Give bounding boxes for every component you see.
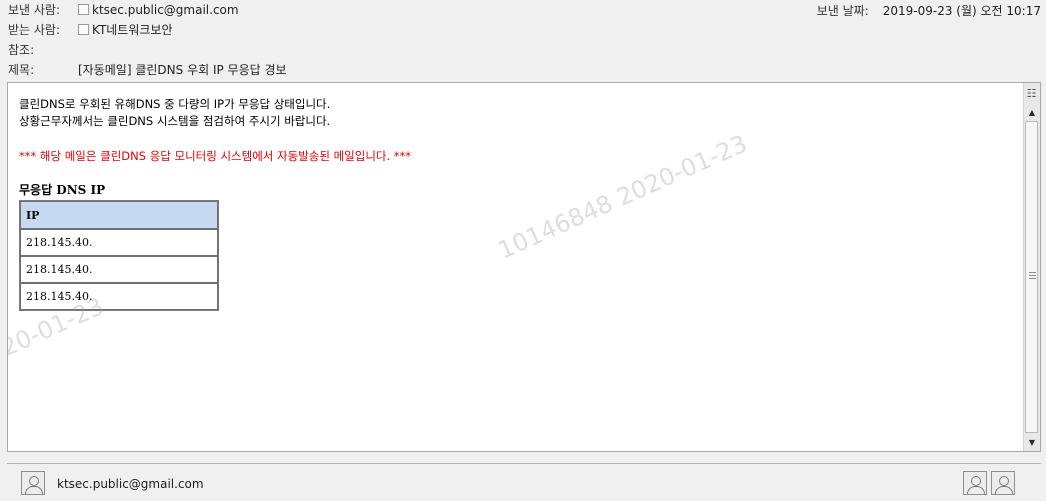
- to-row: 받는 사람: KT네트워크보안: [8, 21, 173, 39]
- watermark-text: 10146848 2020-01-23: [493, 129, 752, 265]
- footer-divider: [7, 463, 1041, 464]
- table-row: 218.145.40.: [20, 283, 218, 310]
- to-value[interactable]: KT네트워크보안: [92, 23, 173, 37]
- message-body-pane[interactable]: 클린DNS로 우회된 유해DNS 중 다량의 IP가 무응답 상태입니다. 상황…: [7, 82, 1041, 452]
- from-value[interactable]: ktsec.public@gmail.com: [92, 3, 239, 17]
- from-label: 보낸 사람:: [8, 3, 61, 17]
- ip-table: IP 218.145.40. 218.145.40. 218.145.40.: [19, 200, 219, 311]
- person-icon: [78, 4, 89, 15]
- subject-label: 제목:: [8, 63, 35, 77]
- table-cell-ip: 218.145.40.: [20, 256, 218, 283]
- message-line-1: 클린DNS로 우회된 유해DNS 중 다량의 IP가 무응답 상태입니다.: [19, 97, 331, 111]
- cc-label: 참조:: [8, 43, 35, 57]
- avatar-icon[interactable]: [963, 471, 987, 495]
- avatar-icon[interactable]: [991, 471, 1015, 495]
- person-icon: [78, 24, 89, 35]
- scrollbar-thumb[interactable]: [1025, 121, 1038, 433]
- table-header-ip: IP: [20, 201, 218, 229]
- vertical-scrollbar[interactable]: ☷ ▲ ▼: [1023, 83, 1040, 451]
- sent-date: 보낸 날짜: 2019-09-23 (월) 오전 10:17: [817, 2, 1041, 20]
- sent-date-value: 2019-09-23 (월) 오전 10:17: [882, 4, 1041, 18]
- to-label: 받는 사람:: [8, 23, 61, 37]
- grip-icon: [1029, 272, 1036, 280]
- message-content: 클린DNS로 우회된 유해DNS 중 다량의 IP가 무응답 상태입니다. 상황…: [19, 96, 411, 311]
- table-title: 무응답 DNS IP: [19, 183, 106, 197]
- sent-date-label: 보낸 날짜:: [816, 4, 869, 18]
- subject-value: [자동메일] 클린DNS 우회 IP 무응답 경보: [78, 63, 287, 77]
- table-header-row: IP: [20, 201, 218, 229]
- table-row: 218.145.40.: [20, 256, 218, 283]
- from-row: 보낸 사람: ktsec.public@gmail.com: [8, 1, 239, 19]
- table-cell-ip: 218.145.40.: [20, 229, 218, 256]
- table-cell-ip: 218.145.40.: [20, 283, 218, 310]
- cc-row: 참조:: [8, 41, 78, 59]
- footer-bar: ktsec.public@gmail.com: [0, 458, 1046, 501]
- auto-mail-alert: *** 해당 메일은 클린DNS 응답 모니터링 시스템에서 자동발송된 메일입…: [19, 149, 412, 163]
- subject-row: 제목: [자동메일] 클린DNS 우회 IP 무응답 경보: [8, 61, 287, 79]
- scroll-up-arrow[interactable]: ▲: [1024, 105, 1040, 121]
- avatar-icon[interactable]: [21, 471, 45, 495]
- table-row: 218.145.40.: [20, 229, 218, 256]
- zoom-icon[interactable]: ☷: [1025, 85, 1038, 102]
- message-line-2: 상황근무자께서는 클린DNS 시스템을 점검하여 주시기 바랍니다.: [19, 114, 331, 128]
- scroll-down-arrow[interactable]: ▼: [1024, 435, 1040, 451]
- footer-email[interactable]: ktsec.public@gmail.com: [57, 477, 204, 491]
- email-header: 보낸 사람: ktsec.public@gmail.com 받는 사람: KT네트워…: [0, 0, 1046, 82]
